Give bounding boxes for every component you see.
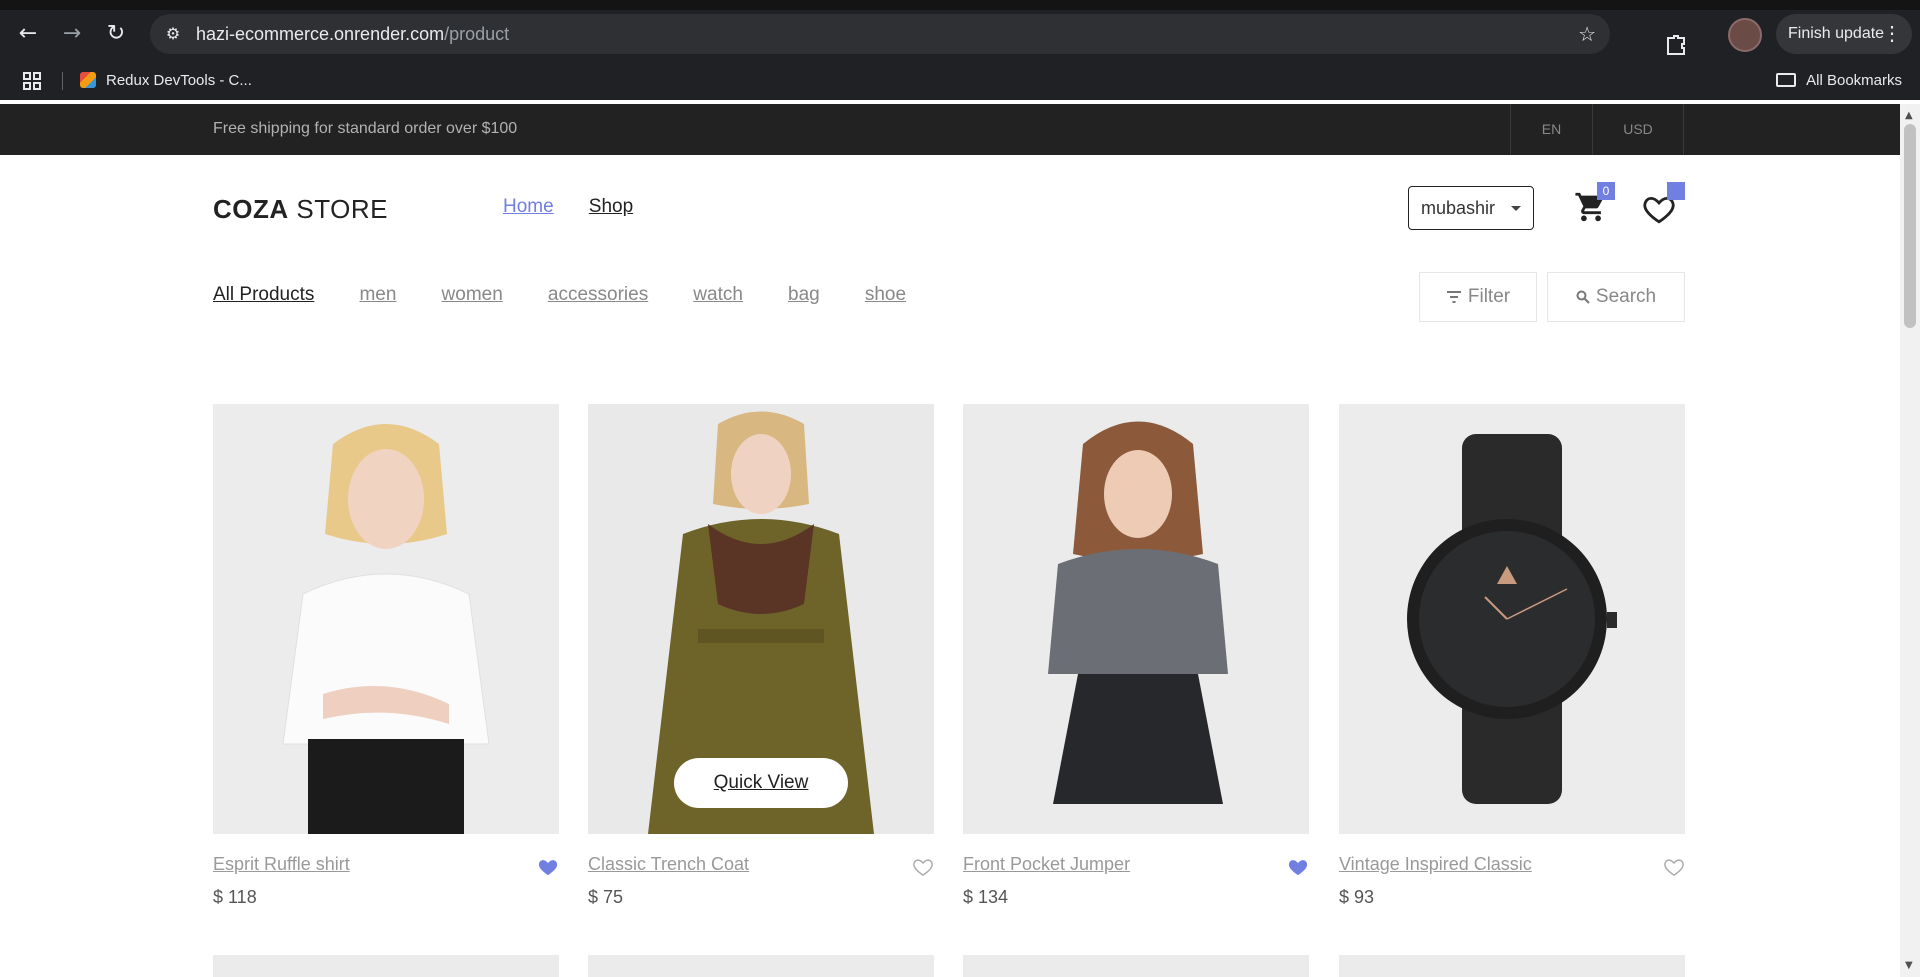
all-bookmarks[interactable]: All Bookmarks bbox=[1776, 70, 1902, 92]
browser-toolbar: ← → ↻ ⚙ hazi-ecommerce.onrender.com/prod… bbox=[0, 0, 1920, 68]
reload-icon[interactable]: ↻ bbox=[102, 20, 130, 48]
category-bag[interactable]: bag bbox=[788, 284, 820, 305]
bookmarks-bar: Redux DevTools - C... All Bookmarks bbox=[0, 60, 1920, 100]
category-shoe[interactable]: shoe bbox=[865, 284, 906, 305]
product-name[interactable]: Front Pocket Jumper bbox=[963, 854, 1130, 875]
more-icon[interactable]: ⋮ bbox=[1882, 14, 1902, 54]
product-photo-jumper bbox=[963, 404, 1309, 834]
category-filter: All Products men women accessories watch… bbox=[213, 284, 946, 306]
extensions-icon[interactable] bbox=[1664, 32, 1688, 56]
finish-update-button[interactable]: Finish update ⋮ bbox=[1776, 14, 1912, 54]
user-dropdown[interactable]: mubashir bbox=[1408, 186, 1534, 230]
folder-icon bbox=[1776, 73, 1797, 87]
product-image[interactable] bbox=[213, 404, 559, 834]
redux-favicon-icon bbox=[80, 72, 96, 88]
shipping-notice: Free shipping for standard order over $1… bbox=[213, 120, 518, 137]
promo-bar: Free shipping for standard order over $1… bbox=[0, 104, 1900, 155]
divider bbox=[62, 72, 63, 90]
product-name[interactable]: Vintage Inspired Classic bbox=[1339, 854, 1532, 875]
product-price: $ 93 bbox=[1339, 887, 1375, 907]
category-men[interactable]: men bbox=[359, 284, 396, 305]
category-accessories[interactable]: accessories bbox=[548, 284, 648, 305]
category-all-products[interactable]: All Products bbox=[213, 284, 314, 305]
category-women[interactable]: women bbox=[442, 284, 503, 305]
product-image-partial[interactable] bbox=[1339, 955, 1685, 977]
product-price: $ 118 bbox=[213, 887, 257, 907]
site-info-icon[interactable]: ⚙ bbox=[162, 23, 184, 45]
heart-outline-icon[interactable] bbox=[1663, 856, 1685, 876]
main-nav: Home Shop bbox=[503, 196, 663, 218]
search-icon bbox=[1576, 290, 1590, 304]
scroll-up-icon[interactable]: ▲ bbox=[1905, 110, 1913, 121]
address-row: ← → ↻ ⚙ hazi-ecommerce.onrender.com/prod… bbox=[0, 12, 1920, 56]
cart-count-badge: 0 bbox=[1597, 182, 1615, 200]
url-text[interactable]: hazi-ecommerce.onrender.com/product bbox=[196, 24, 509, 45]
product-photo-shirt bbox=[213, 404, 559, 834]
search-button[interactable]: Search bbox=[1547, 272, 1685, 322]
filter-icon bbox=[1446, 291, 1461, 303]
nav-home-link[interactable]: Home bbox=[503, 196, 554, 217]
product-name[interactable]: Classic Trench Coat bbox=[588, 854, 749, 875]
scrollbar-thumb[interactable] bbox=[1904, 124, 1916, 328]
product-image[interactable]: Quick View bbox=[588, 404, 934, 834]
product-image[interactable] bbox=[1339, 404, 1685, 834]
profile-avatar[interactable] bbox=[1728, 18, 1762, 52]
product-image-partial[interactable] bbox=[963, 955, 1309, 977]
back-icon[interactable]: ← bbox=[14, 20, 42, 48]
nav-shop-link[interactable]: Shop bbox=[589, 196, 633, 217]
heart-filled-icon[interactable] bbox=[1287, 856, 1309, 876]
tab-strip bbox=[0, 0, 1920, 10]
product-price: $ 134 bbox=[963, 887, 1009, 907]
product-image-partial[interactable] bbox=[213, 955, 559, 977]
caret-down-icon bbox=[1511, 206, 1521, 211]
quick-view-button[interactable]: Quick View bbox=[674, 758, 848, 808]
bookmark-star-icon[interactable]: ☆ bbox=[1578, 22, 1596, 46]
address-bar[interactable]: ⚙ hazi-ecommerce.onrender.com/product ☆ bbox=[150, 14, 1610, 54]
apps-grid-icon[interactable] bbox=[22, 71, 42, 91]
wishlist-badge bbox=[1667, 182, 1685, 200]
product-image-partial[interactable] bbox=[588, 955, 934, 977]
category-watch[interactable]: watch bbox=[693, 284, 743, 305]
product-price: $ 75 bbox=[588, 887, 624, 907]
forward-icon[interactable]: → bbox=[58, 20, 86, 48]
product-name[interactable]: Esprit Ruffle shirt bbox=[213, 854, 350, 875]
product-image[interactable] bbox=[963, 404, 1309, 834]
page-scrollbar[interactable]: ▲ ▼ bbox=[1900, 104, 1920, 977]
bookmark-redux-devtools[interactable]: Redux DevTools - C... bbox=[80, 70, 252, 92]
currency-selector[interactable]: USD bbox=[1592, 104, 1684, 155]
language-selector[interactable]: EN bbox=[1510, 104, 1592, 155]
store-logo[interactable]: COZA STORE bbox=[213, 194, 388, 225]
heart-outline-icon[interactable] bbox=[912, 856, 934, 876]
filter-button[interactable]: Filter bbox=[1419, 272, 1537, 322]
heart-filled-icon[interactable] bbox=[537, 856, 559, 876]
page-content: Free shipping for standard order over $1… bbox=[0, 104, 1900, 977]
product-photo-watch bbox=[1339, 404, 1685, 834]
scroll-down-icon[interactable]: ▼ bbox=[1905, 960, 1913, 971]
